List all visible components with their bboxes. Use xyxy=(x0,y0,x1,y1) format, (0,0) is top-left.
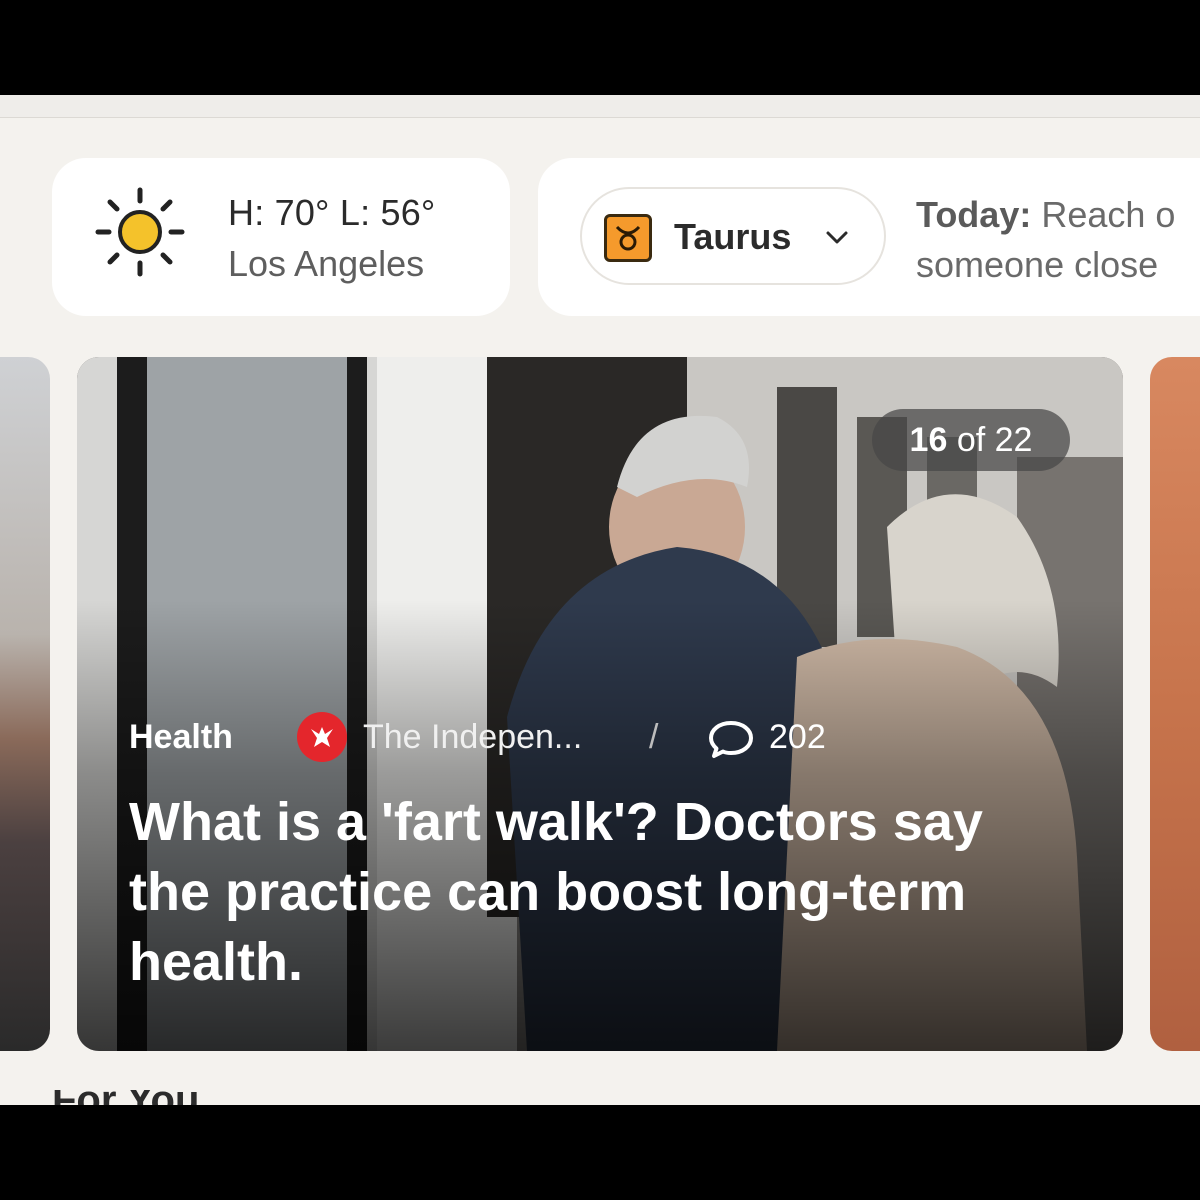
article-card[interactable]: 16 of 22 Health The Indepen... / 202 Wha… xyxy=(77,357,1123,1051)
horoscope-text-line2: someone close xyxy=(916,244,1159,285)
next-section-heading: For You xyxy=(52,1090,252,1105)
next-section-title: For You xyxy=(52,1090,252,1105)
chevron-down-icon xyxy=(826,231,848,244)
comment-icon xyxy=(709,721,753,758)
weather-high-low: H: 70° L: 56° xyxy=(228,192,436,233)
independent-eagle-logo xyxy=(297,712,347,762)
weather-city: Los Angeles xyxy=(228,243,425,284)
zodiac-sign-dropdown[interactable]: Taurus xyxy=(580,187,886,285)
slide-counter-current: 16 xyxy=(909,421,948,459)
article-headline[interactable]: What is a 'fart walk'? Doctors say the p… xyxy=(129,787,1069,997)
previous-article-card[interactable] xyxy=(0,357,50,1051)
meta-separator: / xyxy=(649,718,659,756)
horoscope-text[interactable]: Today: Reach o someone close xyxy=(916,190,1200,290)
sun-icon xyxy=(95,187,185,277)
app-screen: H: 70° L: 56° Los Angeles Taurus Today: … xyxy=(0,95,1200,1105)
comment-count[interactable]: 202 xyxy=(769,712,826,762)
horoscope-text-line1: Reach o xyxy=(1031,194,1176,235)
slide-counter-total: of 22 xyxy=(947,421,1033,459)
horoscope-today-label: Today: xyxy=(916,194,1032,235)
article-category[interactable]: Health xyxy=(129,712,233,762)
zodiac-sign-label: Taurus xyxy=(674,216,792,257)
taurus-icon xyxy=(604,214,652,262)
article-source[interactable]: The Indepen... xyxy=(363,712,582,762)
top-strip xyxy=(0,95,1200,118)
next-article-card[interactable] xyxy=(1150,357,1200,1051)
slide-counter: 16 of 22 xyxy=(872,409,1070,471)
